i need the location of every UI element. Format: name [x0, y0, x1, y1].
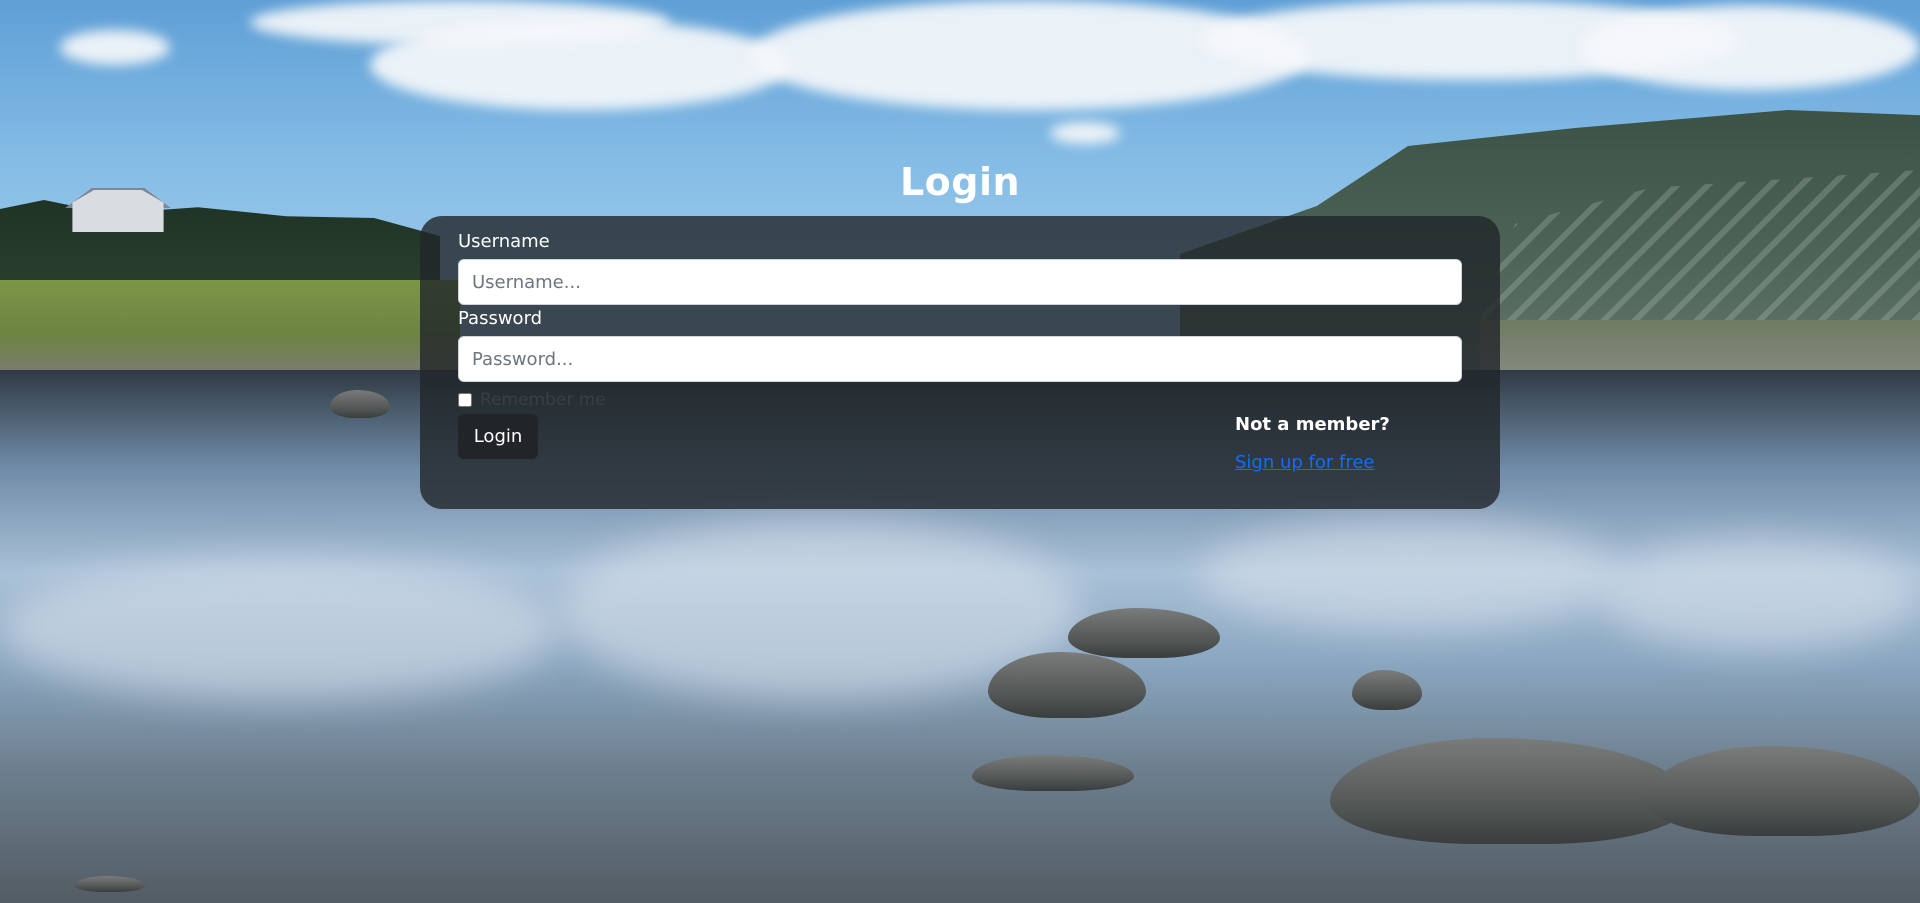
meadow [0, 280, 460, 370]
password-input[interactable] [458, 336, 1462, 382]
login-form-card: Username Password Remember me Login Not … [420, 216, 1500, 509]
cloud [1050, 122, 1120, 144]
rock [75, 876, 145, 892]
login-page: Login Username Password Remember me Logi… [0, 0, 1920, 903]
remember-me-label: Remember me [480, 390, 606, 410]
username-label: Username [458, 231, 550, 252]
cloud-reflection [1200, 520, 1620, 630]
remember-me-checkbox[interactable] [458, 393, 472, 407]
password-label: Password [458, 308, 543, 329]
cloud [370, 20, 790, 110]
cloud [1580, 5, 1920, 90]
sign-up-link[interactable]: Sign up for free [1235, 452, 1375, 473]
cloud-reflection [0, 560, 560, 700]
cloud-reflection [1600, 540, 1920, 650]
cloud [60, 30, 170, 65]
username-input[interactable] [458, 259, 1462, 305]
page-title: Login [899, 160, 1021, 204]
remember-me-row: Remember me [458, 390, 606, 410]
login-button[interactable]: Login [458, 414, 538, 459]
not-a-member-text: Not a member? [1235, 414, 1390, 435]
